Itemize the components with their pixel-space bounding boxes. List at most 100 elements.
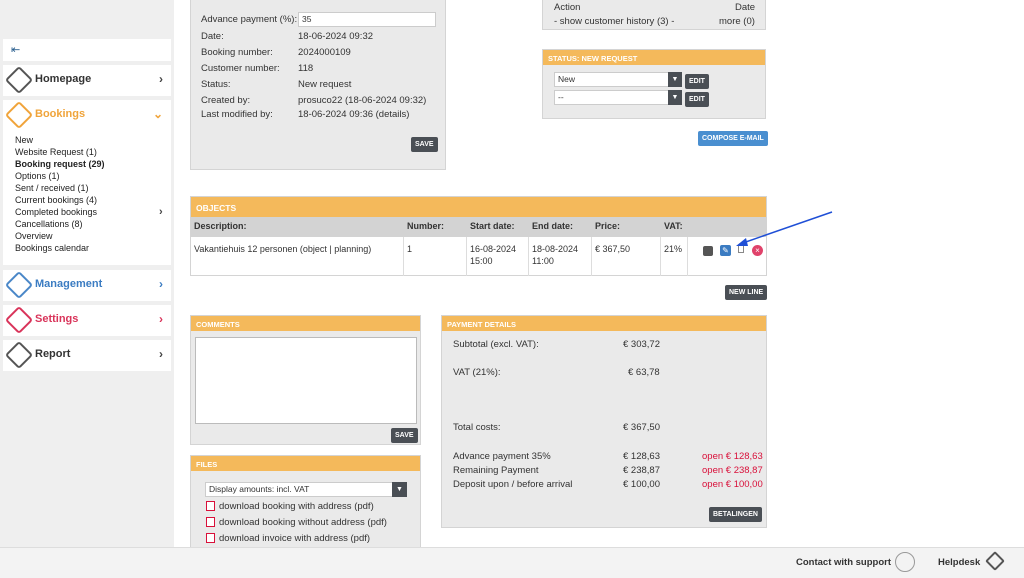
status-panel: STATUS: NEW REQUEST New ▼ EDIT -- ▼ EDIT xyxy=(542,49,766,119)
payment-line-amount: € 128,63 xyxy=(623,451,660,462)
contact-support-link[interactable]: Contact with support xyxy=(796,557,891,568)
save-comments-button[interactable]: SAVE xyxy=(391,428,418,443)
new-line-button[interactable]: NEW LINE xyxy=(725,285,768,300)
customer-history-link[interactable]: - show customer history (3) - xyxy=(554,16,674,27)
helpdesk-link[interactable]: Helpdesk xyxy=(938,557,980,568)
detail-label: Status: xyxy=(201,79,231,90)
detail-value: 18-06-2024 09:32 xyxy=(298,31,374,42)
advance-payment-input[interactable]: 35 xyxy=(298,12,436,27)
helpdesk-icon[interactable] xyxy=(985,551,1005,571)
detail-label: Booking number: xyxy=(201,47,273,58)
pdf-icon xyxy=(206,517,215,527)
sidebar-item-label: Report xyxy=(35,348,71,360)
dropdown-arrow-icon[interactable]: ▼ xyxy=(392,482,407,497)
edit-status-button[interactable]: EDIT xyxy=(685,74,709,89)
sidebar-item-label: Bookings xyxy=(35,108,86,120)
sidebar: ⇤ Homepage › Bookings ⌄ New Website Requ… xyxy=(0,0,174,547)
submenu-item[interactable]: Cancellations (8) xyxy=(15,218,105,230)
payment-line-label: Deposit upon / before arrival xyxy=(453,479,573,490)
edit-substatus-button[interactable]: EDIT xyxy=(685,92,709,107)
download-link[interactable]: download booking without address (pdf) xyxy=(219,517,387,528)
comments-panel: COMMENTS SAVE xyxy=(190,315,421,445)
detail-value: prosuco22 (18-06-2024 09:32) xyxy=(298,95,427,106)
footer: Contact with support Helpdesk xyxy=(0,547,1024,578)
management-icon xyxy=(4,270,34,300)
chevron-right-icon: › xyxy=(159,347,163,361)
detail-label: Last modified by: xyxy=(201,109,273,120)
collapse-menu-icon: ⇤ xyxy=(11,43,21,56)
submenu-item[interactable]: Sent / received (1) xyxy=(15,182,105,194)
column-header: End date: xyxy=(532,221,574,231)
download-link[interactable]: download invoice with address (pdf) xyxy=(219,533,370,544)
detail-label: Date: xyxy=(201,31,224,42)
submenu-item[interactable]: Booking request (29) xyxy=(15,158,105,170)
detail-value: 2024000109 xyxy=(298,47,351,58)
objects-title: OBJECTS xyxy=(191,197,766,217)
object-end-time: 11:00 xyxy=(532,256,554,266)
settings-icon xyxy=(4,305,34,335)
subtotal-value: € 303,72 xyxy=(623,339,660,350)
comments-title: COMMENTS xyxy=(191,316,420,331)
date-header: Date xyxy=(735,2,756,13)
save-button[interactable]: SAVE xyxy=(411,137,438,152)
home-icon xyxy=(4,65,34,95)
vat-value: € 63,78 xyxy=(628,367,660,378)
detail-value: 18-06-2024 09:36 (details) xyxy=(298,109,410,120)
action-history-panel: Action Date - show customer history (3) … xyxy=(542,0,766,30)
booking-details-panel: Advance payment (%): 35 Date: 18-06-2024… xyxy=(190,0,446,170)
sidebar-item-settings[interactable]: Settings › xyxy=(3,305,171,336)
menu-toggle-button[interactable]: ⇤ xyxy=(3,39,171,61)
payment-line-open: open € 100,00 xyxy=(702,479,763,490)
status-select[interactable]: New xyxy=(554,72,671,87)
payment-line-amount: € 238,87 xyxy=(623,465,660,476)
copy-icon[interactable] xyxy=(703,246,713,256)
sidebar-item-bookings[interactable]: Bookings ⌄ New Website Request (1) Booki… xyxy=(3,100,171,265)
submenu-item[interactable]: Website Request (1) xyxy=(15,146,105,158)
comments-textarea[interactable] xyxy=(195,337,417,424)
total-label: Total costs: xyxy=(453,422,501,433)
submenu-item[interactable]: Completed bookings xyxy=(15,206,105,218)
submenu-item[interactable]: Bookings calendar xyxy=(15,242,105,254)
object-start-date: 16-08-2024 xyxy=(470,244,517,254)
submenu-item[interactable]: Current bookings (4) xyxy=(15,194,105,206)
column-header: Description: xyxy=(194,221,247,231)
more-link[interactable]: more (0) xyxy=(719,16,755,27)
pdf-icon xyxy=(206,533,215,543)
dropdown-arrow-icon[interactable]: ▼ xyxy=(668,72,682,87)
compose-email-button[interactable]: COMPOSE E-MAIL xyxy=(698,131,768,146)
payment-title: PAYMENT DETAILS xyxy=(442,316,766,331)
substatus-select[interactable]: -- xyxy=(554,90,671,105)
payment-line-amount: € 100,00 xyxy=(623,479,660,490)
sidebar-item-report[interactable]: Report › xyxy=(3,340,171,371)
column-header: Start date: xyxy=(470,221,515,231)
dropdown-arrow-icon[interactable]: ▼ xyxy=(668,90,682,105)
sidebar-item-homepage[interactable]: Homepage › xyxy=(3,65,171,96)
vat-label: VAT (21%): xyxy=(453,367,501,378)
detail-value: New request xyxy=(298,79,352,90)
sidebar-item-label: Settings xyxy=(35,313,79,325)
submenu-item[interactable]: Options (1) xyxy=(15,170,105,182)
files-panel: FILES Display amounts: incl. VAT ▼ downl… xyxy=(190,455,421,547)
chevron-down-icon: ⌄ xyxy=(152,107,163,121)
payment-line-label: Remaining Payment xyxy=(453,465,539,476)
detail-label: Customer number: xyxy=(201,63,280,74)
report-icon xyxy=(4,340,34,370)
files-title: FILES xyxy=(191,456,420,471)
object-start-time: 15:00 xyxy=(470,256,493,266)
chevron-right-icon: › xyxy=(159,312,163,326)
display-amounts-select[interactable]: Display amounts: incl. VAT xyxy=(205,482,393,497)
advance-payment-label: Advance payment (%): xyxy=(201,14,298,25)
support-rocket-icon[interactable] xyxy=(895,552,915,572)
detail-label: Created by: xyxy=(201,95,251,106)
chevron-right-icon[interactable]: › xyxy=(159,206,163,218)
sidebar-item-management[interactable]: Management › xyxy=(3,270,171,301)
submenu-item[interactable]: New xyxy=(15,134,105,146)
object-number: 1 xyxy=(407,244,413,254)
download-link[interactable]: download booking with address (pdf) xyxy=(219,501,374,512)
payment-line-label: Advance payment 35% xyxy=(453,451,551,462)
payments-button[interactable]: BETALINGEN xyxy=(709,507,762,522)
total-value: € 367,50 xyxy=(623,422,660,433)
object-description-link[interactable]: Vakantiehuis 12 personen (object | plann… xyxy=(194,243,371,255)
submenu-item[interactable]: Overview xyxy=(15,230,105,242)
sidebar-item-label: Management xyxy=(35,278,103,290)
